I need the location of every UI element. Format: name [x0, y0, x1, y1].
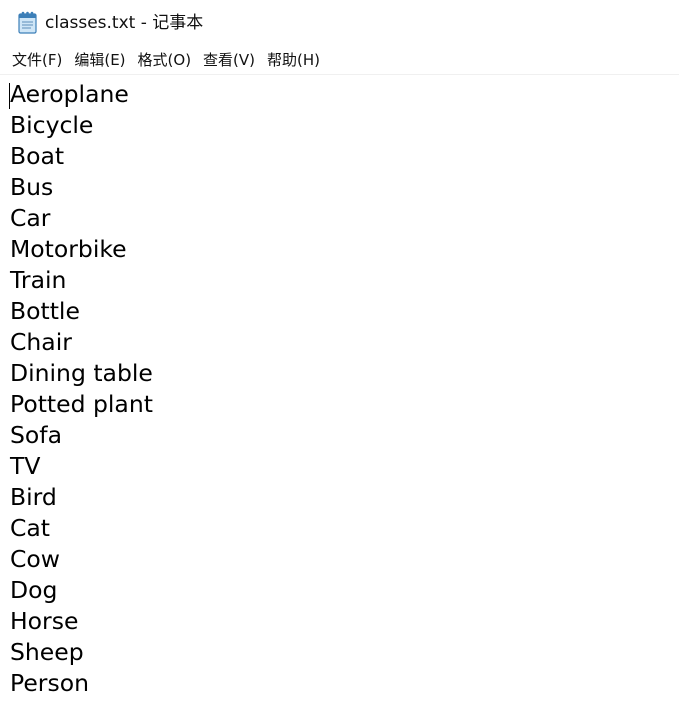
notepad-icon	[17, 10, 39, 34]
text-line: Potted plant	[10, 390, 153, 418]
text-line: TV	[10, 452, 41, 480]
text-editor-area[interactable]: Aeroplane Bicycle Boat Bus Car Motorbike…	[0, 75, 679, 704]
text-line: Train	[10, 266, 67, 294]
title-bar[interactable]: classes.txt - 记事本	[0, 0, 679, 44]
notepad-window: classes.txt - 记事本 文件(F) 编辑(E) 格式(O) 查看(V…	[0, 0, 679, 704]
text-line: Bus	[10, 173, 54, 201]
text-line: Bird	[10, 483, 57, 511]
text-line: Cow	[10, 545, 61, 573]
menu-view[interactable]: 查看(V)	[197, 47, 261, 73]
text-line: Bottle	[10, 297, 80, 325]
text-line: Aeroplane	[10, 80, 129, 108]
menu-help[interactable]: 帮助(H)	[261, 47, 326, 73]
text-line: Dining table	[10, 359, 153, 387]
text-line: Bicycle	[10, 111, 94, 139]
text-line: Sofa	[10, 421, 62, 449]
text-line: Cat	[10, 514, 51, 542]
menu-bar: 文件(F) 编辑(E) 格式(O) 查看(V) 帮助(H)	[0, 46, 679, 75]
menu-file[interactable]: 文件(F)	[6, 47, 68, 73]
text-content: Aeroplane Bicycle Boat Bus Car Motorbike…	[10, 79, 153, 699]
text-line: Car	[10, 204, 51, 232]
text-line: Sheep	[10, 638, 84, 666]
text-line: Dog	[10, 576, 58, 604]
text-line: Horse	[10, 607, 79, 635]
menu-format[interactable]: 格式(O)	[132, 47, 198, 73]
text-line: Chair	[10, 328, 72, 356]
menu-edit[interactable]: 编辑(E)	[68, 47, 131, 73]
text-line: Person	[10, 669, 89, 697]
text-line: Boat	[10, 142, 65, 170]
text-line: Motorbike	[10, 235, 127, 263]
window-title: classes.txt - 记事本	[45, 13, 204, 33]
